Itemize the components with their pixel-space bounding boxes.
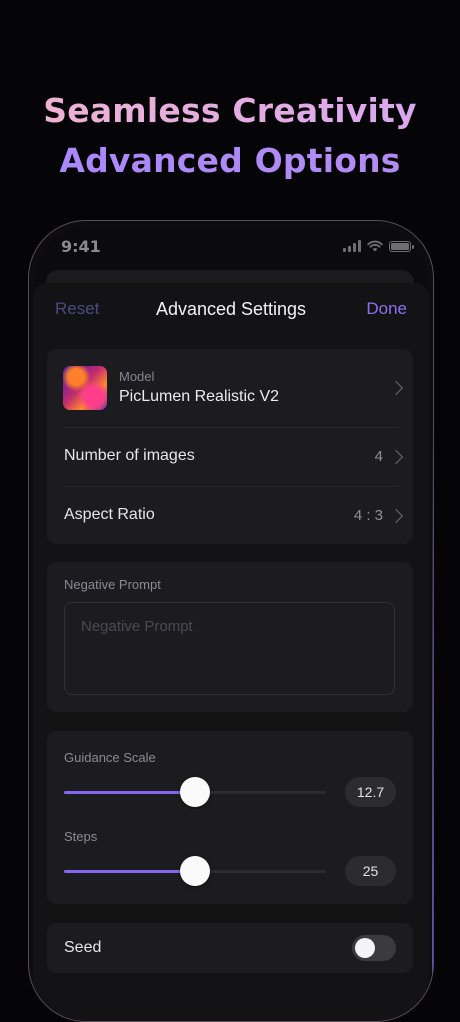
- guidance-scale-thumb[interactable]: [180, 777, 210, 807]
- reset-button[interactable]: Reset: [55, 299, 99, 319]
- chevron-right-icon: [388, 508, 404, 524]
- status-icons: [343, 240, 414, 252]
- wifi-icon: [367, 240, 383, 252]
- generation-options-card: Model PicLumen Realistic V2 Number of im…: [47, 349, 413, 544]
- negative-prompt-label: Negative Prompt: [64, 577, 161, 592]
- number-of-images-label: Number of images: [64, 447, 195, 464]
- chevron-right-icon: [388, 449, 404, 465]
- hero-line-1: Seamless Creativity: [0, 86, 460, 136]
- status-time: 9:41: [61, 237, 101, 256]
- guidance-scale-value[interactable]: 12.7: [345, 777, 396, 807]
- phone-frame: 9:41 Advanced Settings Reset Done Model …: [28, 220, 434, 1022]
- seed-toggle-knob: [355, 938, 375, 958]
- seed-label: Seed: [64, 939, 102, 956]
- guidance-scale-fill: [64, 791, 195, 794]
- status-bar: 9:41: [29, 235, 433, 259]
- model-thumbnail: [63, 366, 107, 410]
- seed-toggle[interactable]: [352, 935, 396, 961]
- battery-icon: [389, 240, 414, 252]
- done-button[interactable]: Done: [366, 299, 407, 319]
- hero-line-2: Advanced Options: [0, 136, 460, 186]
- aspect-ratio-label: Aspect Ratio: [64, 506, 155, 523]
- chevron-right-icon: [388, 380, 404, 396]
- steps-slider[interactable]: [64, 856, 326, 886]
- number-of-images-value: 4: [374, 448, 383, 465]
- model-value: PicLumen Realistic V2: [119, 388, 280, 405]
- model-label: Model: [119, 369, 155, 384]
- steps-fill: [64, 870, 195, 873]
- sheet-nav-bar: Advanced Settings Reset Done: [29, 299, 433, 323]
- aspect-ratio-value: 4 : 3: [353, 507, 383, 524]
- seed-row: Seed: [47, 923, 413, 973]
- model-row[interactable]: Model PicLumen Realistic V2: [47, 349, 413, 427]
- negative-prompt-card: Negative Prompt: [47, 562, 413, 712]
- steps-label: Steps: [64, 829, 98, 844]
- steps-value[interactable]: 25: [345, 856, 396, 886]
- sampling-card: Guidance Scale 12.7 Steps 25: [47, 731, 413, 904]
- guidance-scale-slider[interactable]: [64, 777, 326, 807]
- guidance-scale-label: Guidance Scale: [64, 750, 156, 765]
- number-of-images-row[interactable]: Number of images 4: [47, 428, 413, 486]
- negative-prompt-input[interactable]: [64, 602, 395, 695]
- cellular-signal-icon: [343, 240, 361, 252]
- aspect-ratio-row[interactable]: Aspect Ratio 4 : 3: [47, 487, 413, 544]
- steps-thumb[interactable]: [180, 856, 210, 886]
- hero-headline: Seamless Creativity Advanced Options: [0, 86, 460, 186]
